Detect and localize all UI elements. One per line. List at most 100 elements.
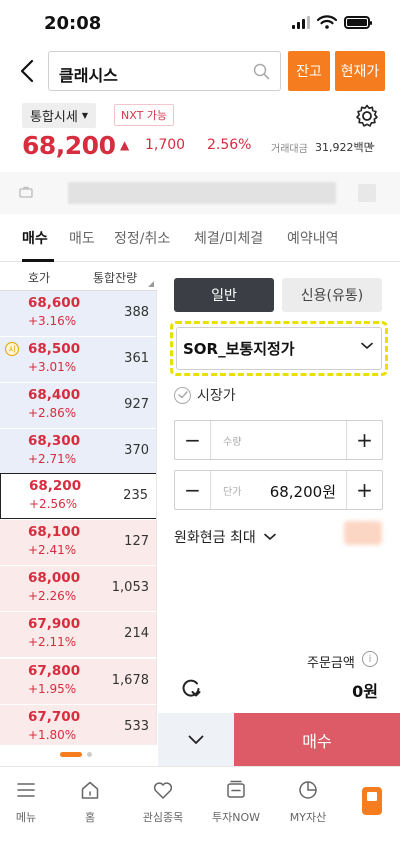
refresh-icon[interactable] — [180, 677, 202, 699]
row-qty: 127 — [124, 534, 149, 549]
market-price-label: 시장가 — [197, 388, 236, 404]
orderbook-qty-header: 통합잔량 — [93, 271, 138, 285]
price-plus-button[interactable]: + — [346, 471, 382, 509]
account-selector[interactable] — [0, 172, 400, 214]
row-rate: +2.71% — [28, 452, 77, 466]
orderbook-row-current[interactable]: 68,200 +2.56% 235 — [0, 473, 156, 519]
row-price: 68,200 — [29, 478, 82, 494]
battery-icon — [344, 15, 372, 29]
row-price: 67,700 — [28, 709, 81, 725]
orderbook-row[interactable]: 67,800 +1.95% 1,678 — [0, 659, 156, 705]
stock-search-input[interactable]: 클래시스 — [48, 51, 281, 91]
price-input[interactable]: 68,200원 — [270, 481, 336, 502]
orderbook-row[interactable]: 시 68,500 +3.01% 361 — [0, 337, 156, 383]
orderbook-row[interactable]: 68,300 +2.71% 370 — [0, 429, 156, 475]
row-price: 68,100 — [28, 524, 81, 540]
quantity-minus-button[interactable]: − — [175, 421, 211, 459]
settings-gear-icon[interactable] — [354, 103, 380, 129]
open-price-badge: 시 — [5, 342, 19, 356]
row-rate: +2.86% — [28, 406, 77, 420]
row-qty: 1,053 — [111, 580, 149, 595]
bottom-nav: 메뉴 홈 관심종목 투자NOW MY자산 — [0, 766, 400, 866]
search-value: 클래시스 — [59, 66, 118, 85]
current-price-button[interactable]: 현재가 — [335, 51, 385, 91]
row-price: 68,000 — [28, 570, 81, 586]
orderbook: 68,600 +3.16% 388 시 68,500 +3.01% 361 68… — [0, 291, 157, 745]
corner-triangle-icon — [148, 281, 154, 287]
status-bar: 20:08 — [0, 0, 400, 46]
order-type-select[interactable]: SOR_보통지정가 — [170, 321, 388, 376]
row-rate: +2.41% — [28, 543, 77, 557]
row-rate: +3.01% — [28, 360, 77, 374]
check-circle-icon — [174, 386, 191, 404]
promo-badge[interactable] — [344, 521, 382, 545]
volume-label: 거래대금 — [271, 144, 308, 155]
nav-menu[interactable]: 메뉴 — [0, 779, 61, 825]
order-amount-value: 0원 — [352, 682, 378, 701]
market-selector[interactable]: 통합시세 ▼ — [22, 103, 96, 128]
market-price-checkbox[interactable]: 시장가 — [174, 385, 236, 405]
back-icon[interactable] — [16, 57, 40, 85]
order-tabs: 매수 매도 정정/취소 체결/미체결 예약내역 — [0, 214, 400, 262]
current-price: 68,200 — [22, 131, 116, 160]
quantity-stepper: − 수량 + — [174, 420, 383, 460]
nav-my-assets[interactable]: MY자산 — [273, 779, 343, 825]
row-rate: +2.26% — [28, 589, 77, 603]
chevron-down-icon — [361, 342, 373, 349]
row-qty: 370 — [124, 443, 149, 458]
info-icon[interactable]: i — [362, 651, 378, 667]
page-indicator — [60, 752, 92, 757]
balance-button[interactable]: 잔고 — [288, 51, 330, 91]
nav-invest-now-label: 투자NOW — [211, 811, 260, 824]
price-minus-button[interactable]: − — [175, 471, 211, 509]
tv-icon — [227, 780, 245, 798]
max-cash-dropdown[interactable]: 원화현금 최대 — [174, 527, 276, 547]
volume-caret-icon[interactable]: ▶ — [369, 141, 375, 150]
search-icon[interactable] — [253, 63, 270, 80]
tab-executions[interactable]: 체결/미체결 — [194, 228, 263, 248]
nxt-badge: NXT 가능 — [114, 104, 175, 126]
row-price: 68,300 — [28, 433, 81, 449]
orderbook-row[interactable]: 68,600 +3.16% 388 — [0, 291, 156, 337]
change-rate: 2.56% — [207, 137, 252, 153]
orderbook-row[interactable]: 68,100 +2.41% 127 — [0, 520, 156, 566]
orderbook-header: 호가 통합잔량 — [0, 263, 157, 291]
row-price: 68,600 — [28, 295, 81, 311]
nav-watchlist[interactable]: 관심종목 — [128, 779, 198, 825]
active-tab-indicator — [22, 259, 54, 262]
masked-account-icon — [358, 184, 376, 202]
buy-button[interactable]: 매수 — [234, 713, 400, 766]
volume-value[interactable]: 31,922백만 — [315, 139, 374, 155]
heart-icon — [153, 782, 173, 799]
orderbook-row[interactable]: 68,400 +2.86% 927 — [0, 383, 156, 429]
tab-reservations[interactable]: 예약내역 — [287, 228, 339, 248]
row-rate: +1.80% — [28, 728, 77, 742]
row-rate: +1.95% — [28, 682, 77, 696]
general-toggle[interactable]: 일반 — [174, 278, 274, 312]
orderbook-row[interactable]: 68,000 +2.26% 1,053 — [0, 566, 156, 612]
row-qty: 388 — [124, 305, 149, 320]
quantity-input[interactable]: 수량 — [223, 433, 241, 448]
phone-order-icon[interactable] — [362, 787, 382, 815]
tab-modify-cancel[interactable]: 정정/취소 — [114, 228, 170, 248]
orderbook-price-header: 호가 — [28, 271, 51, 285]
order-amount-label: 주문금액 — [307, 656, 355, 671]
row-qty: 235 — [123, 488, 148, 503]
orderbook-row[interactable]: 67,900 +2.11% 214 — [0, 612, 156, 658]
quantity-plus-button[interactable]: + — [346, 421, 382, 459]
nav-home[interactable]: 홈 — [55, 779, 125, 825]
row-qty: 927 — [124, 397, 149, 412]
row-price: 68,500 — [28, 341, 81, 357]
orderbook-row[interactable]: 67,700 +1.80% 533 — [0, 705, 156, 745]
menu-icon — [17, 783, 35, 797]
status-time: 20:08 — [44, 13, 102, 34]
market-label: 통합시세 — [30, 110, 78, 125]
tab-buy[interactable]: 매수 — [22, 228, 48, 248]
up-arrow-icon: ▲ — [120, 138, 130, 152]
tab-sell[interactable]: 매도 — [69, 228, 95, 248]
nav-my-assets-label: MY자산 — [289, 811, 327, 824]
credit-toggle[interactable]: 신용(유통) — [282, 278, 382, 312]
collapse-button[interactable] — [158, 713, 234, 766]
nav-invest-now[interactable]: 투자NOW — [201, 779, 271, 825]
row-qty: 214 — [124, 626, 149, 641]
